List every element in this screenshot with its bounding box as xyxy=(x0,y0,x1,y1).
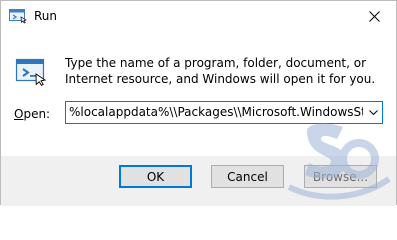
open-label: Open: xyxy=(14,107,50,121)
window-title: Run xyxy=(34,9,58,23)
close-button[interactable] xyxy=(352,1,396,32)
open-combobox[interactable]: %localappdata%\\Packages\\Microsoft.Wind… xyxy=(65,101,383,124)
chevron-down-icon xyxy=(369,110,378,115)
close-icon xyxy=(368,11,380,22)
title-bar: Run xyxy=(1,1,396,32)
dialog-description: Type the name of a program, folder, docu… xyxy=(65,56,376,86)
button-bar: OK Cancel Browse... xyxy=(1,156,396,206)
open-input[interactable]: %localappdata%\\Packages\\Microsoft.Wind… xyxy=(69,105,363,120)
run-icon xyxy=(9,9,27,24)
open-label-text: pen: xyxy=(23,107,51,121)
dropdown-button[interactable] xyxy=(365,102,382,123)
browse-button[interactable]: Browse... xyxy=(304,165,377,188)
cancel-button[interactable]: Cancel xyxy=(211,165,284,188)
dialog-body: Type the name of a program, folder, docu… xyxy=(1,32,396,156)
ok-button[interactable]: OK xyxy=(119,165,192,188)
run-dialog: Run Type the name of a program, folder, … xyxy=(0,0,397,206)
run-icon xyxy=(15,58,47,87)
